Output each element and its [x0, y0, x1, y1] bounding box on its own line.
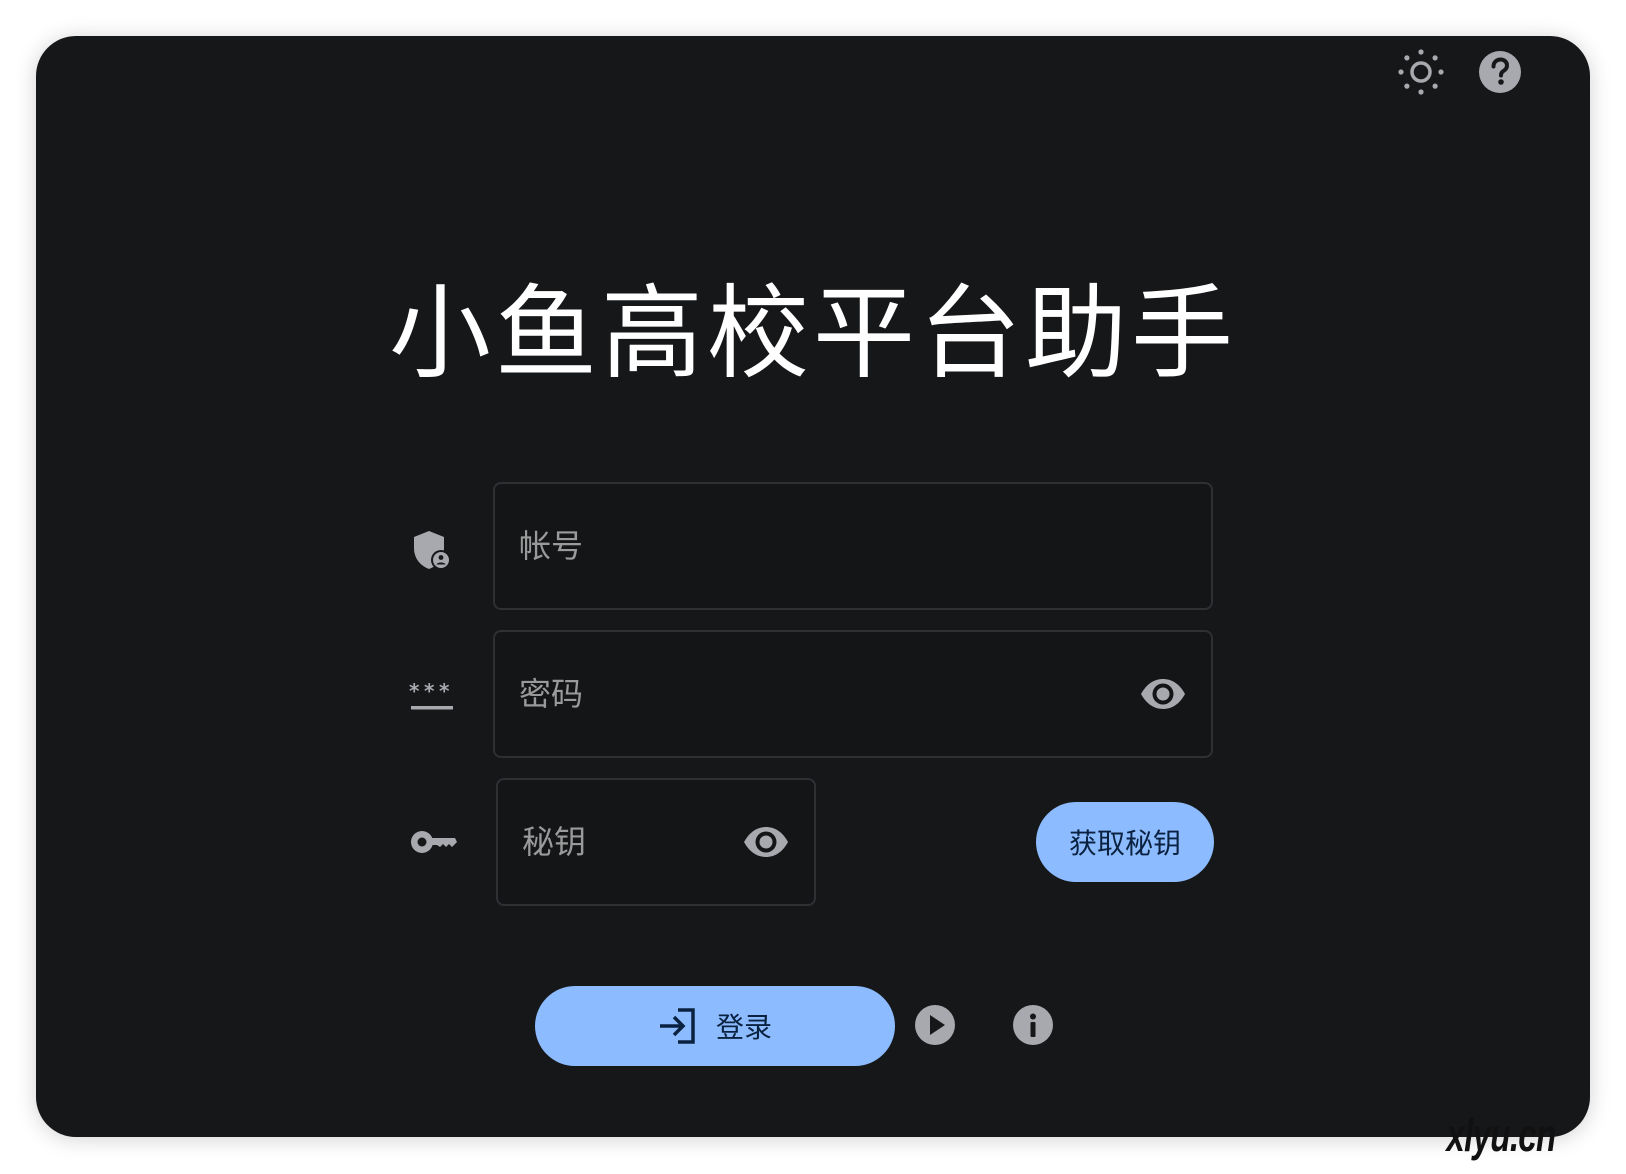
secret-field[interactable]	[496, 778, 816, 906]
login-button[interactable]: 登录	[535, 986, 895, 1066]
info-button[interactable]	[1010, 1002, 1056, 1048]
eye-icon	[744, 827, 788, 857]
play-button[interactable]	[912, 1002, 958, 1048]
password-visibility-toggle[interactable]	[1137, 668, 1189, 720]
info-circle-icon	[1013, 1005, 1053, 1045]
page-title: 小鱼高校平台助手	[389, 275, 1237, 394]
watermark: xlyu.cn	[1446, 1109, 1557, 1161]
secret-input[interactable]	[522, 780, 702, 904]
theme-toggle-button[interactable]	[1393, 44, 1449, 100]
get-secret-label: 获取秘钥	[1068, 827, 1181, 860]
account-row-icon	[402, 520, 462, 580]
password-row-icon: * * *	[402, 666, 462, 726]
key-icon	[411, 831, 457, 853]
password-asterisk-icon: * * *	[409, 681, 453, 710]
svg-text:*: *	[424, 681, 435, 703]
password-input[interactable]	[519, 632, 1125, 756]
help-circle-icon	[1479, 51, 1521, 93]
svg-text:*: *	[409, 681, 420, 703]
help-button[interactable]	[1472, 44, 1528, 100]
login-label: 登录	[715, 1011, 772, 1044]
secret-visibility-toggle[interactable]	[740, 816, 792, 868]
login-arrow-icon	[659, 1008, 695, 1044]
svg-text:*: *	[439, 681, 450, 703]
app-window: 小鱼高校平台助手 * * *	[36, 36, 1590, 1137]
secret-row-icon	[404, 812, 464, 872]
account-input[interactable]	[519, 484, 1125, 608]
shield-person-icon	[414, 531, 451, 570]
sun-icon	[1398, 49, 1444, 95]
eye-icon	[1141, 679, 1185, 709]
get-secret-button[interactable]: 获取秘钥	[1036, 802, 1214, 882]
play-circle-icon	[915, 1005, 955, 1045]
password-field[interactable]	[493, 630, 1213, 758]
account-field[interactable]	[493, 482, 1213, 610]
